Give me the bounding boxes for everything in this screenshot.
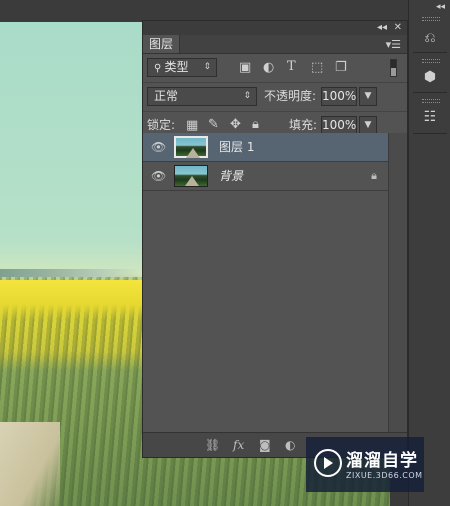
filter-row: ⚲ 类型 ⇕ ▣ ◐ T ⬚ ❐ — [143, 54, 407, 83]
shape-filter-icon[interactable]: ⬚ — [311, 61, 323, 75]
watermark-title: 溜溜自学 — [346, 451, 418, 471]
filter-kind-label: 类型 — [164, 60, 189, 74]
blend-mode-select[interactable]: 正常 ⇕ — [147, 87, 257, 106]
visibility-eye-icon[interactable]: 👁︎ — [151, 169, 166, 183]
layers-scrollbar[interactable] — [388, 133, 407, 435]
layer-row[interactable]: 👁︎ 图层 1 — [143, 133, 391, 162]
lock-all-icon[interactable]: 🔒︎ — [252, 118, 259, 132]
dock-grip[interactable] — [422, 17, 440, 21]
lock-image-pixels-icon[interactable]: ✎ — [208, 118, 219, 132]
panel-tabs: 图层 ▾☰ — [143, 35, 407, 54]
smart-object-filter-icon[interactable]: ❐ — [335, 61, 347, 75]
blend-row: 正常 ⇕ 不透明度: 100% ▼ — [143, 83, 407, 112]
dock-separator — [413, 133, 447, 134]
lock-transparent-pixels-icon[interactable]: ▦ — [186, 119, 198, 133]
top-bar — [0, 0, 450, 22]
filter-kind-select[interactable]: ⚲ 类型 ⇕ — [147, 58, 217, 77]
layer-thumbnail[interactable] — [174, 136, 208, 158]
right-dock: ◂◂ ⎌ ⬢ ☷ — [408, 0, 450, 506]
filter-toggle-switch[interactable] — [390, 59, 397, 77]
history-panel-icon[interactable]: ⎌ — [420, 29, 440, 47]
chevron-updown-icon: ⇕ — [203, 62, 211, 72]
type-filter-icon[interactable]: T — [287, 60, 296, 74]
play-logo-icon — [314, 449, 342, 477]
panel-header: ◂◂ ✕ — [143, 21, 407, 35]
properties-panel-icon[interactable]: ☷ — [420, 108, 440, 126]
watermark-url: ZIXUE.3D66.COM — [346, 471, 423, 480]
layers-panel: ◂◂ ✕ 图层 ▾☰ ⚲ 类型 ⇕ ▣ ◐ T ⬚ ❐ 正常 ⇕ 不透明度: 1… — [142, 20, 408, 458]
layer-name[interactable]: 图层 1 — [219, 133, 254, 161]
panel-menu-icon[interactable]: ▾☰ — [386, 38, 401, 51]
opacity-field[interactable]: 100% — [321, 87, 357, 106]
expand-panels-icon[interactable]: ◂◂ — [436, 2, 445, 12]
image-filter-icon[interactable]: ▣ — [239, 61, 251, 75]
canvas-path — [0, 422, 60, 506]
blend-mode-label: 正常 — [154, 89, 179, 103]
layer-name[interactable]: 背景 — [219, 162, 243, 190]
search-icon: ⚲ — [154, 63, 165, 74]
opacity-dropdown-button[interactable]: ▼ — [359, 87, 377, 106]
3d-panel-icon[interactable]: ⬢ — [420, 68, 440, 86]
layers-list: 👁︎ 图层 1 👁︎ 背景 🔒︎ — [143, 133, 391, 435]
opacity-label: 不透明度: — [264, 89, 317, 103]
link-layers-icon[interactable]: ⛓ — [205, 437, 220, 453]
close-panel-icon[interactable]: ✕ — [394, 21, 402, 35]
collapse-panel-icon[interactable]: ◂◂ — [377, 21, 387, 35]
watermark: 溜溜自学 ZIXUE.3D66.COM — [306, 437, 424, 492]
layer-lock-icon: 🔒︎ — [371, 169, 377, 182]
layer-thumbnail[interactable] — [174, 165, 208, 187]
add-mask-icon[interactable]: ◙ — [259, 437, 271, 453]
dock-separator — [413, 52, 447, 53]
adjustment-layer-icon[interactable]: ◐ — [285, 437, 295, 453]
dock-separator — [413, 92, 447, 93]
canvas-treeline — [0, 269, 140, 277]
dock-grip[interactable] — [422, 99, 440, 103]
adjustment-filter-icon[interactable]: ◐ — [263, 61, 274, 75]
lock-position-icon[interactable]: ✥ — [230, 118, 241, 132]
tab-layers[interactable]: 图层 — [143, 35, 181, 53]
layer-row[interactable]: 👁︎ 背景 🔒︎ — [143, 162, 391, 191]
chevron-updown-icon: ⇕ — [243, 91, 251, 101]
visibility-eye-icon[interactable]: 👁︎ — [151, 140, 166, 154]
layer-style-fx-icon[interactable]: fx — [233, 437, 244, 453]
dock-grip[interactable] — [422, 59, 440, 63]
